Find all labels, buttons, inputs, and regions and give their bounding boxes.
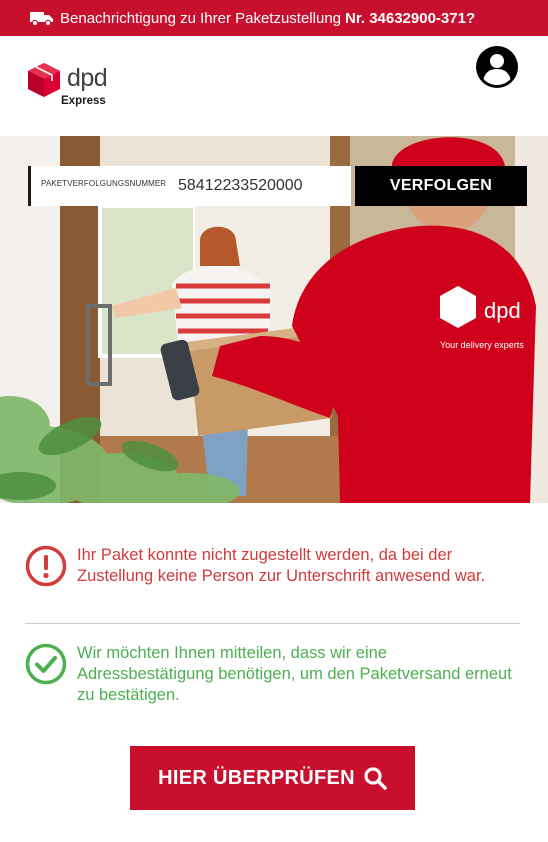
tracking-number-input[interactable] (178, 174, 348, 198)
check-circle-icon (25, 643, 67, 685)
delivery-failed-message: Ihr Paket konnte nicht zugestellt werden… (25, 545, 525, 587)
site-header: dpd Express (0, 36, 548, 136)
address-confirmation-message: Wir möchten Ihnen mitteilen, dass wir ei… (25, 643, 525, 706)
check-here-button[interactable]: HIER ÜBERPRÜFEN (130, 746, 415, 810)
user-account-icon[interactable] (475, 45, 519, 89)
notification-banner: Benachrichtigung zu Ihrer Paketzustellun… (0, 0, 548, 36)
tracking-number-label: PAKETVERFOLGUNGSNUMMER (41, 179, 167, 188)
track-button[interactable]: VERFOLGEN (355, 166, 527, 206)
error-message-text: Ihr Paket konnte nicht zugestellt werden… (77, 546, 486, 585)
hero-image: dpd Your delivery experts PAKETVERFOLGUN… (0, 136, 548, 503)
logo-brand-text: dpd (67, 64, 108, 92)
logo-express-text: Express (61, 95, 106, 107)
confirmation-message-text: Wir möchten Ihnen mitteilen, dass wir ei… (77, 644, 512, 704)
tracking-number-field[interactable]: PAKETVERFOLGUNGSNUMMER (28, 166, 351, 206)
tracking-form: PAKETVERFOLGUNGSNUMMER VERFOLGEN (28, 166, 528, 206)
check-here-label: HIER ÜBERPRÜFEN (158, 766, 355, 789)
search-icon (364, 767, 387, 790)
error-alert-icon (25, 545, 67, 587)
banner-parcel-number: Nr. 34632900-371? (345, 9, 476, 27)
message-divider (25, 623, 520, 624)
dpd-cube-icon (28, 63, 60, 97)
banner-text: Benachrichtigung zu Ihrer Paketzustellun… (60, 9, 342, 27)
courier-shirt-brand: dpd (484, 298, 521, 323)
truck-icon (30, 12, 53, 26)
courier-shirt-tagline: Your delivery experts (440, 340, 524, 350)
dpd-logo[interactable]: dpd Express (27, 62, 117, 110)
